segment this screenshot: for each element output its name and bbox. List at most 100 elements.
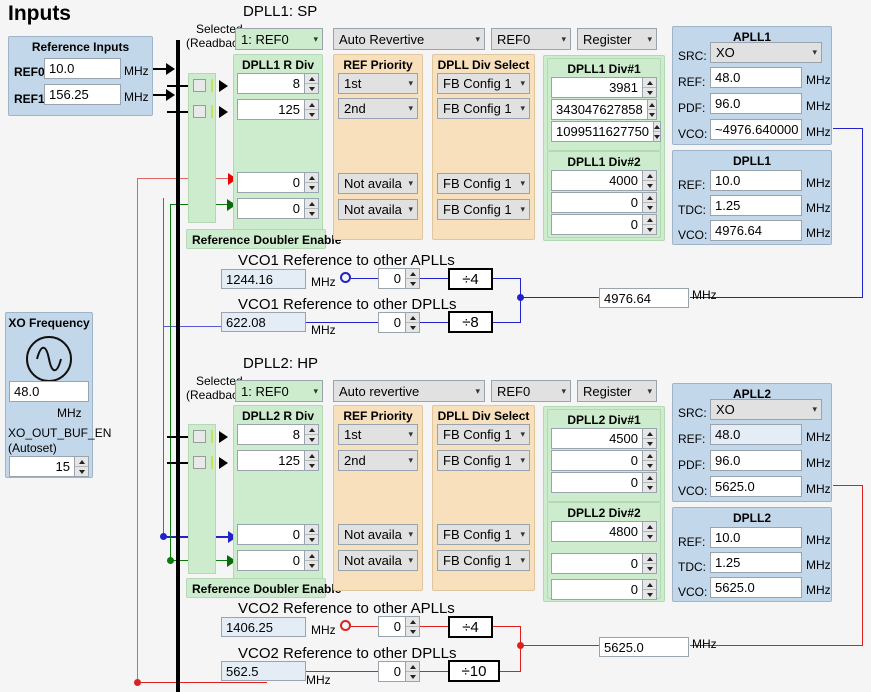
dpll2-div-select-combo-0[interactable]: FB Config 1 ▾ xyxy=(437,424,530,445)
apll1-src-combo[interactable]: XO ▾ xyxy=(710,42,822,63)
dpll1-ref-priority-combo-2[interactable]: Not availa ▾ xyxy=(338,173,418,194)
dpll1-div1-stepper-0[interactable] xyxy=(643,77,657,98)
dpll1-doubler-checkbox-1[interactable] xyxy=(193,105,206,118)
dpll1-div2-stepper-0[interactable] xyxy=(643,170,657,191)
vco1-apll-offset-spin[interactable]: 0 xyxy=(378,268,420,289)
dpll2-ref-priority-combo-2[interactable]: Not availa ▾ xyxy=(338,524,418,545)
vco2-apll-freq[interactable]: 1406.25 xyxy=(221,617,306,637)
dpll1-ref-priority-combo-1[interactable]: 2nd ▾ xyxy=(338,98,418,119)
apll1-ref-value[interactable]: 48.0 xyxy=(710,67,802,88)
dpll2-ref-priority-combo-1[interactable]: 2nd ▾ xyxy=(338,450,418,471)
dpll1-div1-spin-0[interactable]: 3981 xyxy=(551,77,657,98)
dpll1-div-select-combo-1[interactable]: FB Config 1 ▾ xyxy=(437,98,530,119)
dpll1-div2-spin-2[interactable]: 0 xyxy=(551,214,657,235)
dpll2-div2-stepper-2[interactable] xyxy=(643,579,657,600)
dpll2-selected-ref-combo[interactable]: 1: REF0 ▾ xyxy=(235,380,323,402)
apll2-vco-value[interactable]: 5625.0 xyxy=(710,476,802,497)
dpll2-div2-spin-1[interactable]: 0 xyxy=(551,553,657,574)
dpll2-div2-spin-2[interactable]: 0 xyxy=(551,579,657,600)
dpll2-tdc-value[interactable]: 1.25 xyxy=(710,552,802,573)
dpll1-div2-spin-1[interactable]: 0 xyxy=(551,192,657,213)
dpll1-rdiv-stepper-2[interactable] xyxy=(305,172,319,193)
dpll1-bus-frequency[interactable]: 4976.64 xyxy=(599,288,689,308)
dpll2-div1-spin-0[interactable]: 4500 xyxy=(551,428,657,449)
dpll1-rdiv-spin-0[interactable]: 8 xyxy=(237,73,319,94)
vco2-dpll-offset-stepper[interactable] xyxy=(406,661,420,682)
dpll2-div1-stepper-2[interactable] xyxy=(643,472,657,493)
dpll2-ref-select-combo[interactable]: REF0 ▾ xyxy=(491,380,571,402)
dpll1-div2-spin-0[interactable]: 4000 xyxy=(551,170,657,191)
dpll1-source-combo[interactable]: Register ▾ xyxy=(577,28,657,50)
dpll2-div1-stepper-0[interactable] xyxy=(643,428,657,449)
dpll2-rdiv-spin-3[interactable]: 0 xyxy=(237,550,319,571)
vco2-apll-offset-stepper[interactable] xyxy=(406,616,420,637)
dpll1-rdiv-spin-3[interactable]: 0 xyxy=(237,198,319,219)
dpll1-ref-select-combo[interactable]: REF0 ▾ xyxy=(491,28,571,50)
apll1-vco-value[interactable]: ~4976.640000 xyxy=(710,119,802,140)
dpll1-selected-ref-combo[interactable]: 1: REF0 ▾ xyxy=(235,28,323,50)
apll1-pdf-value[interactable]: 96.0 xyxy=(710,93,802,114)
dpll1-rdiv-spin-1[interactable]: 125 xyxy=(237,99,319,120)
dpll2-doubler-checkbox-0[interactable] xyxy=(193,430,206,443)
dpll1-rdiv-spin-2[interactable]: 0 xyxy=(237,172,319,193)
dpll1-rdiv-stepper-0[interactable] xyxy=(305,73,319,94)
dpll2-div1-stepper-1[interactable] xyxy=(643,450,657,471)
vco1-dpll-freq[interactable]: 622.08 xyxy=(221,312,306,332)
dpll2-div2-spin-0[interactable]: 4800 xyxy=(551,521,657,542)
dpll2-ref-priority-combo-0[interactable]: 1st ▾ xyxy=(338,424,418,445)
dpll1-mode-combo[interactable]: Auto Revertive ▾ xyxy=(333,28,485,50)
apll2-pdf-value[interactable]: 96.0 xyxy=(710,450,802,471)
dpll2-ref-priority-combo-3[interactable]: Not availa ▾ xyxy=(338,550,418,571)
dpll1-ref-value[interactable]: 10.0 xyxy=(710,170,802,191)
dpll1-div1-spin-2[interactable]: 1099511627750 xyxy=(551,121,657,142)
vco2-dpll-offset-spin[interactable]: 0 xyxy=(378,661,420,682)
dpll1-div-select-combo-0[interactable]: FB Config 1 ▾ xyxy=(437,73,530,94)
dpll1-rdiv-stepper-3[interactable] xyxy=(305,198,319,219)
vco2-apll-offset-spin[interactable]: 0 xyxy=(378,616,420,637)
dpll2-doubler-checkbox-1[interactable] xyxy=(193,456,206,469)
dpll2-vco-value[interactable]: 5625.0 xyxy=(710,577,802,598)
xo-buf-en-stepper[interactable] xyxy=(75,456,89,477)
dpll2-rdiv-stepper-1[interactable] xyxy=(305,450,319,471)
xo-frequency-input[interactable]: 48.0 xyxy=(9,381,89,402)
dpll2-bus-frequency[interactable]: 5625.0 xyxy=(599,637,689,657)
vco1-dpll-offset-spin[interactable]: 0 xyxy=(378,312,420,333)
dpll2-rdiv-stepper-3[interactable] xyxy=(305,550,319,571)
dpll2-div1-spin-2[interactable]: 0 xyxy=(551,472,657,493)
vco2-dpll-freq[interactable]: 562.5 xyxy=(221,661,306,681)
dpll2-rdiv-spin-0[interactable]: 8 xyxy=(237,424,319,445)
dpll2-rdiv-spin-1[interactable]: 125 xyxy=(237,450,319,471)
dpll1-div2-stepper-2[interactable] xyxy=(643,214,657,235)
dpll1-div-select-combo-2[interactable]: FB Config 1 ▾ xyxy=(437,173,530,194)
dpll1-div1-stepper-1[interactable] xyxy=(648,99,657,120)
ref0-frequency-input[interactable]: 10.0 xyxy=(44,58,121,79)
dpll1-vco-value[interactable]: 4976.64 xyxy=(710,220,802,241)
dpll2-div-select-combo-1[interactable]: FB Config 1 ▾ xyxy=(437,450,530,471)
dpll2-source-combo[interactable]: Register ▾ xyxy=(577,380,657,402)
dpll2-div2-stepper-1[interactable] xyxy=(643,553,657,574)
dpll1-div2-stepper-1[interactable] xyxy=(643,192,657,213)
vco1-apll-offset-stepper[interactable] xyxy=(406,268,420,289)
dpll2-div-select-combo-2[interactable]: FB Config 1 ▾ xyxy=(437,524,530,545)
dpll1-rdiv-stepper-1[interactable] xyxy=(305,99,319,120)
apll2-src-combo[interactable]: XO ▾ xyxy=(710,399,822,420)
vco1-apll-freq[interactable]: 1244.16 xyxy=(221,269,306,289)
dpll2-rdiv-stepper-2[interactable] xyxy=(305,524,319,545)
dpll1-doubler-checkbox-0[interactable] xyxy=(193,79,206,92)
dpll2-div2-stepper-0[interactable] xyxy=(643,521,657,542)
dpll2-div1-spin-1[interactable]: 0 xyxy=(551,450,657,471)
dpll2-ref-value[interactable]: 10.0 xyxy=(710,527,802,548)
dpll1-div1-spin-1[interactable]: 343047627858 xyxy=(551,99,657,120)
dpll1-div-select-combo-3[interactable]: FB Config 1 ▾ xyxy=(437,199,530,220)
dpll2-rdiv-stepper-0[interactable] xyxy=(305,424,319,445)
dpll1-tdc-value[interactable]: 1.25 xyxy=(710,195,802,216)
xo-buf-en-spin[interactable]: 15 xyxy=(9,456,89,477)
apll2-ref-value[interactable]: 48.0 xyxy=(710,424,802,445)
dpll2-mode-combo[interactable]: Auto revertive ▾ xyxy=(333,380,485,402)
vco1-dpll-offset-stepper[interactable] xyxy=(406,312,420,333)
dpll2-div-select-combo-3[interactable]: FB Config 1 ▾ xyxy=(437,550,530,571)
dpll2-rdiv-spin-2[interactable]: 0 xyxy=(237,524,319,545)
dpll1-ref-priority-combo-0[interactable]: 1st ▾ xyxy=(338,73,418,94)
dpll1-div1-stepper-2[interactable] xyxy=(654,121,661,142)
ref1-frequency-input[interactable]: 156.25 xyxy=(44,84,121,105)
